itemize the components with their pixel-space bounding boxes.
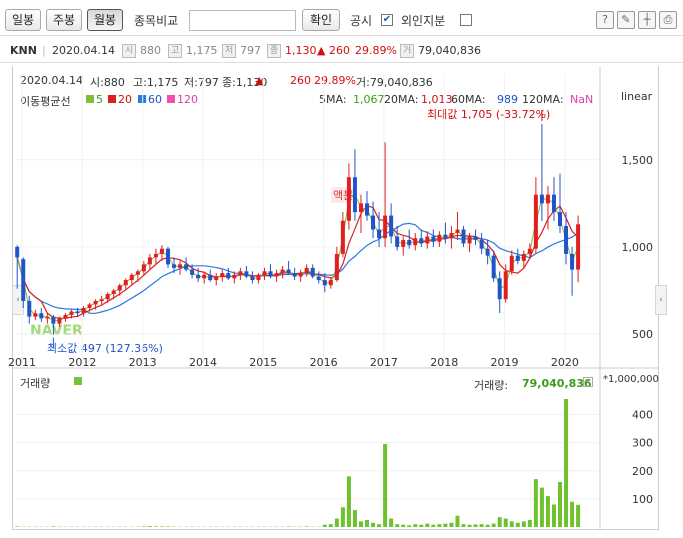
separator: |	[42, 44, 46, 57]
ma5-value: 1,067	[353, 93, 385, 106]
summary-change: 260	[290, 74, 311, 87]
summary-low: 저:797	[184, 76, 219, 89]
ma60-swatch	[138, 95, 146, 103]
low-tag: 저	[222, 44, 237, 58]
summary-volume: 거:79,040,836	[356, 76, 433, 89]
ma120-period: 120	[177, 93, 198, 106]
summary-arrow: ▲	[255, 74, 264, 87]
volume-value: 79,040,836	[418, 44, 481, 57]
open-tag: 시	[122, 44, 137, 58]
info-date: 2020.04.14	[52, 44, 115, 57]
weekly-button[interactable]: 주봉	[46, 9, 82, 31]
price-info-bar: KNN | 2020.04.14 시 880 고 1,175 저 797 종 1…	[0, 37, 683, 63]
stock-code: KNN	[10, 44, 37, 57]
ma-title: 이동평균선	[20, 95, 71, 108]
ma20-label: 20MA:	[384, 93, 419, 106]
scroll-right-handle[interactable]: ‹	[655, 285, 667, 315]
scale-type[interactable]: linear	[621, 90, 652, 103]
high-value: 1,175	[186, 44, 218, 57]
disclosure-label: 공시	[350, 14, 373, 28]
ma20-swatch	[108, 95, 116, 103]
ma5-label: 5MA:	[319, 93, 347, 106]
monthly-button[interactable]: 월봉	[87, 9, 123, 31]
compare-label: 종목비교	[134, 14, 179, 28]
volume-close-icon[interactable]: ×	[583, 377, 593, 387]
ma20-period: 20	[118, 93, 132, 106]
confirm-button[interactable]: 확인	[302, 9, 340, 31]
compare-input[interactable]	[189, 10, 296, 31]
naver-watermark: NAVER	[30, 323, 83, 339]
low-value: 797	[240, 44, 261, 57]
min-label: 최소값 497 (127.36%)	[47, 342, 163, 355]
summary-date: 2020.04.14	[20, 74, 83, 87]
foreign-checkbox[interactable]	[460, 14, 472, 26]
ma20-value: 1,013	[421, 93, 453, 106]
ma120-value: NaN	[570, 93, 594, 106]
volume-tag: 거	[400, 44, 415, 58]
volume-title: 거래량	[20, 377, 51, 390]
high-tag: 고	[168, 44, 183, 58]
close-value: 1,130	[285, 44, 317, 57]
ma120-swatch	[167, 95, 175, 103]
volume-value-readout: 79,040,836	[522, 377, 592, 390]
ma60-value: 989	[497, 93, 518, 106]
volume-unit: *1,000,000	[603, 374, 659, 385]
open-value: 880	[140, 44, 161, 57]
pct-value: 29.89%	[355, 44, 397, 57]
scroll-left-handle[interactable]: ‹	[12, 285, 24, 315]
chart-frame	[12, 66, 659, 530]
help-icon[interactable]: ?	[596, 11, 614, 29]
ma5-swatch	[86, 95, 94, 103]
daily-button[interactable]: 일봉	[5, 9, 41, 31]
summary-open: 시:880	[90, 76, 125, 89]
change-value: ▲ 260	[317, 44, 350, 57]
summary-pct: 29.89%	[314, 74, 356, 87]
foreign-label: 외인지분	[401, 14, 446, 28]
draw-icon[interactable]: ✎	[617, 11, 635, 29]
close-tag: 종	[267, 44, 282, 58]
split-label: 액분	[331, 187, 356, 203]
print-icon[interactable]: ⎙	[659, 11, 677, 29]
volume-value-label: 거래량:	[474, 379, 509, 392]
crosshair-icon[interactable]: ┼	[638, 11, 656, 29]
disclosure-checkbox[interactable]: ✔	[381, 14, 393, 26]
chart-toolbar: 일봉 주봉 월봉 종목비교 확인 공시 ✔ 외인지분 ? ✎ ┼ ⎙	[0, 0, 683, 36]
ma60-period: 60	[148, 93, 162, 106]
max-label: 최대값 1,705 (-33.72%)	[427, 108, 551, 121]
summary-high: 고:1,175	[133, 76, 179, 89]
ma60-label: 60MA:	[451, 93, 486, 106]
ma120-label: 120MA:	[522, 93, 564, 106]
volume-swatch	[74, 377, 82, 385]
ma5-period: 5	[96, 93, 103, 106]
